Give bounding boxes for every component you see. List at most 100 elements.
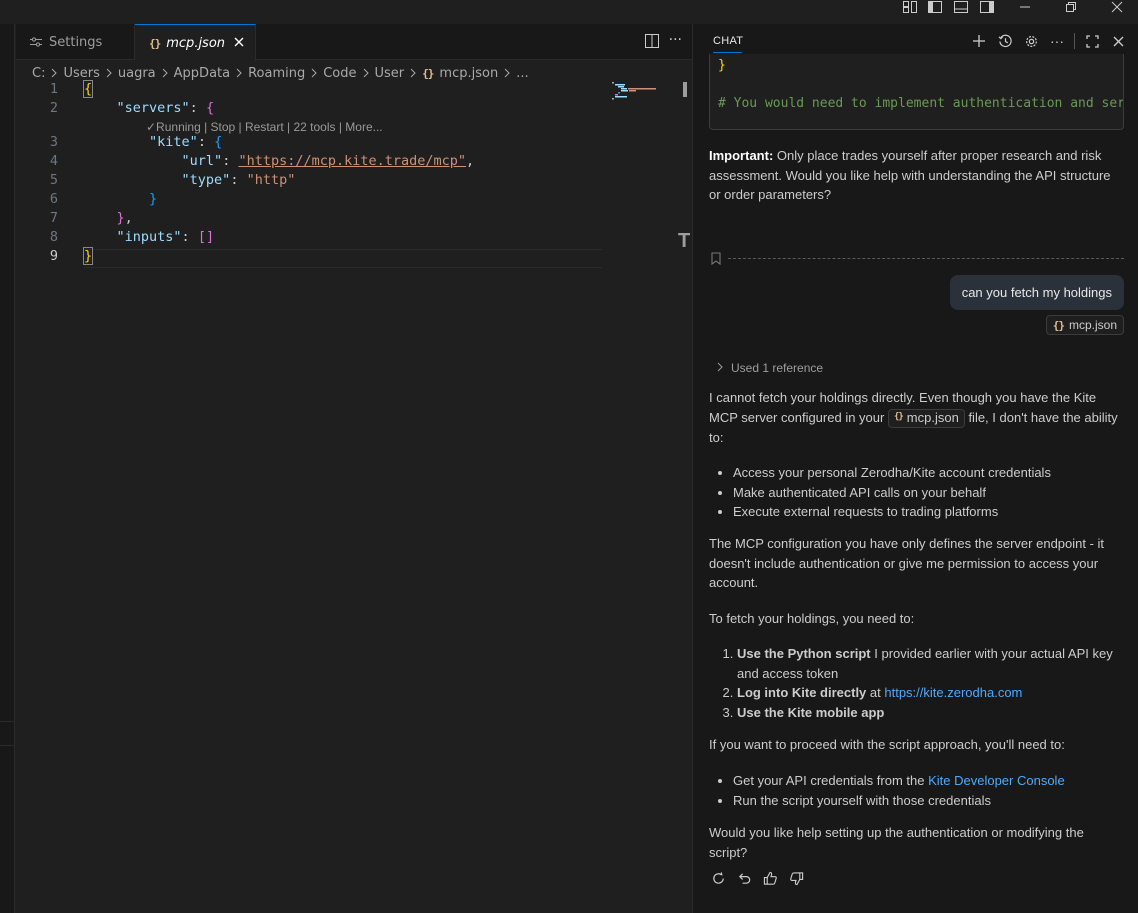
list-item: Get your API credentials from the Kite D… [733, 771, 1123, 791]
breadcrumb-item[interactable]: uagra [118, 66, 156, 81]
title-bar [0, 0, 1138, 24]
editor-group: Settings {} mcp.json ··· C: Users uagra … [16, 24, 692, 913]
user-message: can you fetch my holdings [949, 275, 1124, 310]
list-item: Make authenticated API calls on your beh… [733, 483, 1123, 503]
list-item: Run the script yourself with those crede… [733, 791, 1123, 811]
step-title: Use the Python script [737, 646, 871, 661]
steps-list: Use the Python script I provided earlier… [737, 644, 1123, 722]
code-comment: # You would need to implement authentica… [718, 96, 1124, 111]
code-line: { [82, 80, 94, 98]
list-item: Log into Kite directly at https://kite.z… [737, 683, 1123, 703]
list-item: Use the Python script I provided earlier… [737, 644, 1123, 683]
code-line: "inputs": [] [116, 229, 215, 245]
close-window-icon[interactable] [1104, 0, 1130, 14]
editor-actions: ··· [644, 33, 682, 52]
retry-icon[interactable] [709, 869, 727, 887]
line-number: 7 [49, 210, 58, 226]
minimap[interactable] [612, 82, 658, 102]
breadcrumb-item[interactable]: Code [323, 66, 356, 81]
minimize-icon[interactable] [1012, 0, 1038, 14]
chevron-right-icon [363, 68, 369, 78]
breadcrumb-item[interactable]: User [375, 66, 405, 81]
close-icon[interactable] [231, 34, 247, 50]
chevron-right-icon [410, 68, 416, 78]
tab-mcp-json[interactable]: {} mcp.json [135, 24, 256, 61]
tab-label: Settings [49, 34, 103, 50]
code-line: } [149, 191, 158, 207]
more-actions-icon[interactable]: ··· [1048, 32, 1066, 50]
kite-link[interactable]: https://kite.zerodha.com [884, 685, 1022, 700]
used-references-toggle[interactable]: Used 1 reference [717, 361, 823, 375]
step-title: Use the Kite mobile app [737, 704, 885, 720]
line-number: 5 [49, 172, 58, 188]
scrollbar-thumb[interactable] [683, 82, 687, 97]
line-number: 4 [49, 153, 58, 169]
developer-console-link[interactable]: Kite Developer Console [928, 773, 1065, 788]
list-item: Use the Kite mobile app [737, 703, 1123, 723]
thumbs-down-icon[interactable] [787, 869, 805, 887]
attached-reference-chip[interactable]: {} mcp.json [1045, 315, 1124, 335]
chat-panel: CHAT ··· } # You would need to implement… [692, 24, 1138, 913]
chevron-right-icon [106, 68, 112, 78]
toggle-secondary-sidebar-icon[interactable] [974, 0, 1000, 14]
restore-icon[interactable] [1058, 0, 1084, 14]
new-chat-icon[interactable] [970, 32, 988, 50]
active-tab-indicator [713, 52, 742, 53]
response-paragraph: Would you like help setting up the authe… [709, 825, 1084, 860]
chevron-right-icon [717, 361, 723, 375]
breadcrumb-item[interactable]: Roaming [248, 66, 305, 81]
line-number: 8 [49, 229, 58, 245]
list-item: Access your personal Zerodha/Kite accoun… [733, 463, 1123, 483]
message-divider [728, 258, 1124, 259]
split-editor-icon[interactable] [644, 34, 659, 52]
step-text: at [866, 685, 885, 700]
tab-settings[interactable]: Settings [16, 24, 135, 60]
toggle-primary-sidebar-icon[interactable] [922, 0, 948, 14]
tab-bar: Settings {} mcp.json ··· [16, 24, 692, 61]
undo-icon[interactable] [735, 869, 753, 887]
breadcrumb-item[interactable]: AppData [174, 66, 230, 81]
chevron-right-icon [162, 68, 168, 78]
breadcrumb-file[interactable]: {} mcp.json [422, 66, 498, 81]
maximize-icon[interactable] [1083, 32, 1101, 50]
json-key: "url" [181, 153, 223, 169]
chat-title[interactable]: CHAT [713, 35, 743, 47]
json-file-icon: {} [422, 66, 434, 80]
settings-gear-icon[interactable] [1022, 32, 1040, 50]
more-actions-icon[interactable]: ··· [669, 33, 682, 52]
code-text: } [718, 58, 726, 73]
breadcrumb-item[interactable]: C: [32, 66, 45, 81]
breadcrumb-item[interactable]: Users [63, 66, 99, 81]
code-line: }, [116, 210, 133, 226]
bookmark-icon[interactable] [711, 252, 721, 268]
mcp-server-codelens[interactable]: ✓Running | Stop | Restart | 22 tools | M… [146, 120, 383, 134]
line-number: 2 [49, 100, 58, 116]
code-line: } [82, 247, 94, 265]
used-references-label: Used 1 reference [731, 361, 824, 375]
toggle-panel-icon[interactable] [948, 0, 974, 14]
line-number: 6 [49, 191, 58, 207]
json-url-value[interactable]: "https://mcp.kite.trade/mcp" [238, 153, 466, 169]
thumbs-up-icon[interactable] [761, 869, 779, 887]
json-key: "servers" [116, 100, 190, 116]
inline-file-chip[interactable]: {} mcp.json [887, 408, 965, 428]
history-icon[interactable] [996, 32, 1014, 50]
response-paragraph: To fetch your holdings, you need to: [709, 611, 915, 626]
close-icon[interactable] [1109, 32, 1127, 50]
code-editor[interactable]: 1 2 3 4 5 6 7 8 9 { "servers": { ✓Runnin… [16, 80, 676, 901]
line-number: 3 [49, 134, 58, 150]
chevron-right-icon [51, 68, 58, 78]
current-line-highlight [84, 249, 602, 268]
response-feedback-bar [709, 869, 805, 887]
breadcrumb-item[interactable]: ... [516, 66, 528, 81]
script-steps-list: Get your API credentials from the Kite D… [733, 771, 1123, 810]
code-line: "type": "http" [181, 172, 296, 188]
settings-icon [30, 37, 42, 47]
response-code-block[interactable]: } # You would need to implement authenti… [709, 54, 1124, 130]
code-line: "kite": { [149, 134, 223, 150]
list-item: Execute external requests to trading pla… [733, 502, 1123, 522]
chevron-right-icon [311, 68, 317, 78]
layout-customize-icon[interactable] [897, 0, 923, 14]
json-key: "kite" [149, 134, 198, 150]
chevron-right-icon [504, 68, 510, 78]
